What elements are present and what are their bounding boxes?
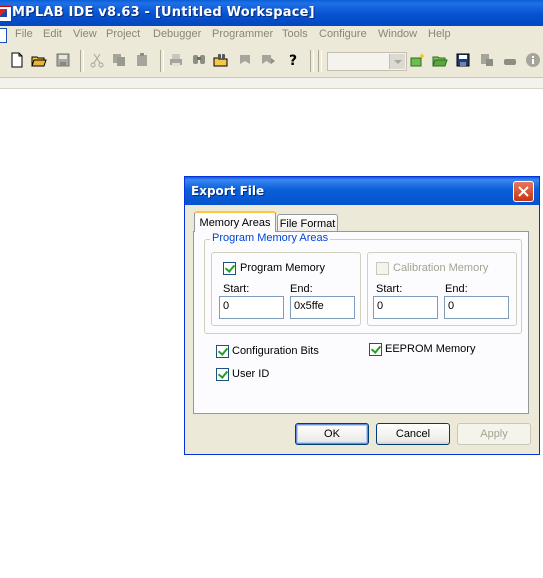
menu-bar: File Edit View Project Debugger Programm… <box>0 26 543 45</box>
program-start-field[interactable]: 0 <box>219 296 284 319</box>
calibration-start-field[interactable]: 0 <box>373 296 438 319</box>
cancel-button[interactable]: Cancel <box>376 423 450 445</box>
eeprom-memory-checkbox[interactable] <box>369 343 382 356</box>
cut-icon[interactable] <box>88 51 106 69</box>
toolbar-separator <box>80 50 84 72</box>
find-icon[interactable] <box>190 51 208 69</box>
memory-areas-panel: Program Memory Areas Program Memory Star… <box>193 231 529 414</box>
document-icon[interactable] <box>0 28 7 43</box>
menu-file[interactable]: File <box>15 28 33 40</box>
calibration-end-label: End: <box>445 283 468 295</box>
ok-button[interactable]: OK <box>295 423 369 445</box>
menu-programmer[interactable]: Programmer <box>212 28 273 40</box>
menu-tools[interactable]: Tools <box>282 28 308 40</box>
program-memory-areas-group: Program Memory Areas Program Memory Star… <box>204 232 522 334</box>
save-icon[interactable] <box>54 51 72 69</box>
new-project-icon[interactable] <box>409 51 427 69</box>
menu-window[interactable]: Window <box>378 28 417 40</box>
open-project-icon[interactable] <box>431 51 449 69</box>
build-icon[interactable] <box>478 51 496 69</box>
program-memory-checkbox[interactable] <box>223 262 236 275</box>
toolbar: ? <box>0 45 543 78</box>
window-title: MPLAB IDE v8.63 - [Untitled Workspace] <box>12 5 315 20</box>
program-start-label: Start: <box>223 283 250 295</box>
export-file-dialog: Export File Memory Areas File Format Pro… <box>184 176 540 455</box>
apply-button[interactable]: Apply <box>457 423 531 445</box>
configuration-bits-checkbox[interactable] <box>216 345 229 358</box>
user-id-label: User ID <box>232 368 270 380</box>
configuration-bits-label: Configuration Bits <box>232 345 319 357</box>
program-end-field[interactable]: 0x5ffe <box>290 296 355 319</box>
tab-memory-areas[interactable]: Memory Areas <box>194 211 276 232</box>
eeprom-memory-label: EEPROM Memory <box>385 343 476 355</box>
help-icon[interactable]: ? <box>284 51 302 69</box>
find-in-files-icon[interactable] <box>212 51 230 69</box>
program-memory-label: Program Memory <box>240 262 325 274</box>
new-file-icon[interactable] <box>8 51 26 69</box>
main-titlebar[interactable]: MPLAB IDE v8.63 - [Untitled Workspace] <box>0 0 543 26</box>
menu-edit[interactable]: Edit <box>43 28 62 40</box>
program-end-label: End: <box>290 283 313 295</box>
menu-help[interactable]: Help <box>428 28 451 40</box>
print-icon[interactable] <box>167 51 185 69</box>
toolbar-separator <box>160 50 164 72</box>
calibration-memory-label: Calibration Memory <box>393 262 489 274</box>
calibration-memory-subgroup: Calibration Memory Start: End: 0 0 <box>367 252 517 326</box>
paste-icon[interactable] <box>133 51 151 69</box>
close-icon <box>518 186 529 197</box>
menu-project[interactable]: Project <box>106 28 140 40</box>
dialog-titlebar[interactable]: Export File <box>185 177 539 205</box>
user-id-checkbox[interactable] <box>216 368 229 381</box>
make-icon[interactable] <box>501 51 519 69</box>
toolbar-separator <box>318 50 322 72</box>
copy-icon[interactable] <box>110 51 128 69</box>
bookmark-icon[interactable] <box>236 51 254 69</box>
menu-debugger[interactable]: Debugger <box>153 28 201 40</box>
configuration-combo[interactable] <box>327 52 407 71</box>
program-memory-areas-legend: Program Memory Areas <box>210 232 331 244</box>
menu-configure[interactable]: Configure <box>319 28 367 40</box>
toolbar-separator <box>310 50 314 72</box>
menu-view[interactable]: View <box>73 28 97 40</box>
open-folder-icon[interactable] <box>30 51 48 69</box>
chevron-down-icon[interactable] <box>389 54 405 69</box>
calibration-start-label: Start: <box>376 283 403 295</box>
save-project-icon[interactable] <box>454 51 472 69</box>
workspace-strip <box>0 78 543 89</box>
dialog-title: Export File <box>191 184 265 198</box>
close-button[interactable] <box>513 181 534 202</box>
calibration-end-field[interactable]: 0 <box>444 296 509 319</box>
bookmark-next-icon[interactable] <box>259 51 277 69</box>
svg-text:?: ? <box>289 53 297 68</box>
tab-file-format[interactable]: File Format <box>277 214 338 232</box>
info-icon[interactable] <box>524 51 542 69</box>
calibration-memory-checkbox[interactable] <box>376 262 389 275</box>
program-memory-subgroup: Program Memory Start: End: 0 0x5ffe <box>211 252 361 326</box>
mplab-app-icon[interactable] <box>0 6 12 22</box>
